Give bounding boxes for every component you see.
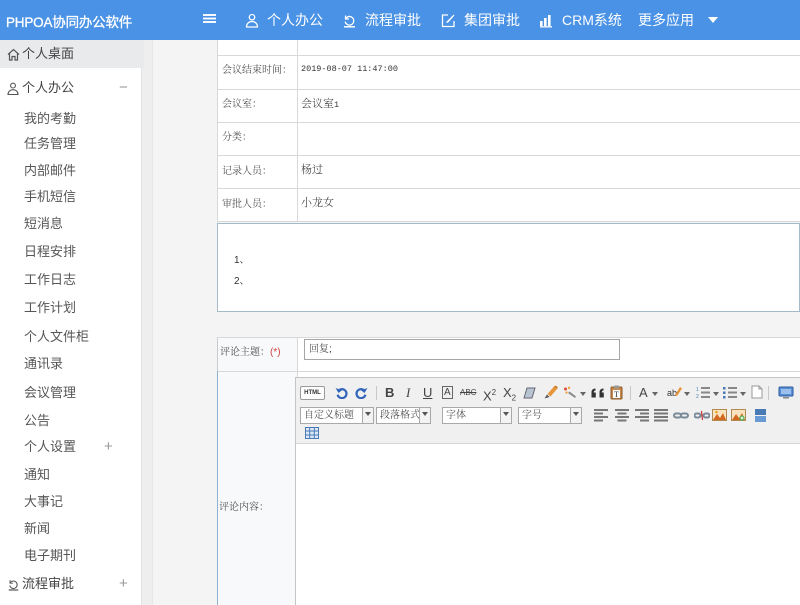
svg-text:2: 2 bbox=[696, 394, 699, 399]
svg-text:T: T bbox=[614, 390, 619, 399]
svg-text:1: 1 bbox=[696, 387, 699, 393]
svg-text:ab: ab bbox=[667, 388, 677, 398]
